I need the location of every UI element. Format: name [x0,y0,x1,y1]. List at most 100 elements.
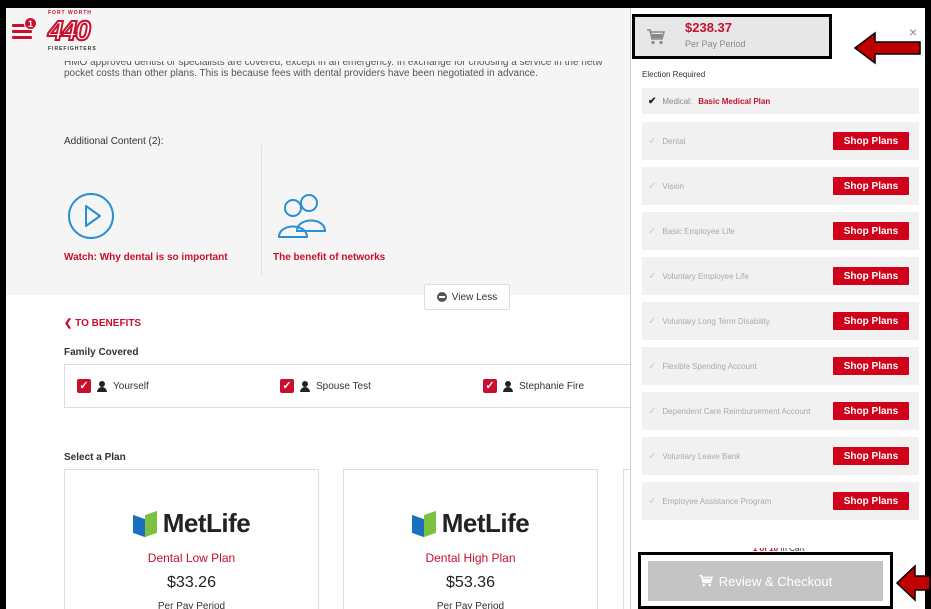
logo-number: 440 [47,14,92,47]
cart-item-medical: ✔ Medical: Basic Medical Plan [642,88,919,114]
chevron-left-icon: ❮ [64,318,76,329]
plan-card-dental-low[interactable]: MetLife Dental Low Plan $33.26 Per Pay P… [64,469,319,609]
benefit-name: Vision [662,181,685,191]
election-required-label: Election Required [642,70,706,79]
checkmark-icon: ✓ [648,495,657,507]
additional-content-title: Additional Content (2): [64,136,164,147]
checkmark-icon: ✓ [648,180,657,192]
cart-item-dental: ✓ Dental Shop Plans [642,122,919,160]
shop-plans-button[interactable]: Shop Plans [833,312,909,330]
person-icon [300,380,310,392]
person-icon [503,380,513,392]
member-name: Stephanie Fire [519,380,585,392]
shop-plans-button[interactable]: Shop Plans [833,267,909,285]
carrier-name: MetLife [162,508,251,538]
cart-item-voluntary-ltd: ✓ Voluntary Long Term Disability Shop Pl… [642,302,919,340]
logo-bottom-text: FIREFIGHTERS [48,46,97,52]
plan-description-line-2: pocket costs than other plans. This is b… [64,68,539,79]
checkmark-icon: ✓ [648,225,657,237]
plan-name: Dental Low Plan [147,551,236,565]
checkbox-checked-icon[interactable]: ✓ [280,379,294,393]
cart-item-basic-employee-life: ✓ Basic Employee Life Shop Plans [642,212,919,250]
checkmark-icon: ✓ [648,405,657,417]
screenshot-frame-right [925,0,931,609]
cart-item-fsa: ✓ Flexible Spending Account Shop Plans [642,347,919,385]
cart-item-voluntary-leave-bank: ✓ Voluntary Leave Bank Shop Plans [642,437,919,475]
checkbox-checked-icon[interactable]: ✓ [77,379,91,393]
checkmark-icon: ✔ [648,95,657,107]
checkmark-icon: ✓ [648,360,657,372]
metlife-mark-icon [411,510,436,537]
checkmark-icon: ✓ [648,135,657,147]
benefit-name: Employee Assistance Program [662,496,772,506]
screenshot-frame-top [0,0,931,8]
people-network-icon[interactable] [276,191,328,243]
shopping-cart-icon [699,575,713,587]
plan-period: Per Pay Period [436,601,505,609]
cart-total-header[interactable]: $238.37 Per Pay Period [632,14,832,59]
plan-price: $53.36 [446,574,495,591]
cart-item-vision: ✓ Vision Shop Plans [642,167,919,205]
notification-badge: 1 [24,17,37,30]
benefits-main-page: 1 FORT WORTH 440 FIREFIGHTERS HMO approv… [6,8,630,609]
family-covered-title: Family Covered [64,347,139,358]
medical-label: Medical: [662,96,693,106]
checkout-highlight-frame: Review & Checkout [638,552,893,609]
annotation-arrow-left-icon [895,564,931,602]
checkmark-icon: ✓ [648,450,657,462]
member-stephanie[interactable]: ✓ Stephanie Fire [483,379,584,393]
shop-plans-button[interactable]: Shop Plans [833,402,909,420]
shop-plans-button[interactable]: Shop Plans [833,492,909,510]
fort-worth-440-logo[interactable]: FORT WORTH 440 FIREFIGHTERS [47,10,108,54]
benefit-name: Voluntary Long Term Disability [662,316,770,326]
benefit-name: Dental [662,136,686,146]
plan-name: Dental High Plan [425,551,516,565]
plan-card-dental-high[interactable]: MetLife Dental High Plan $53.36 Per Pay … [343,469,598,609]
cart-item-dependent-care: ✓ Dependent Care Reimbursement Account S… [642,392,919,430]
view-less-button[interactable]: View Less [424,284,510,310]
shop-plans-button[interactable]: Shop Plans [833,177,909,195]
cart-item-eap: ✓ Employee Assistance Program Shop Plans [642,482,919,520]
metlife-mark-icon [132,510,157,537]
to-benefits-label: TO BENEFITS [75,318,142,329]
member-spouse[interactable]: ✓ Spouse Test [280,379,371,393]
shop-plans-button[interactable]: Shop Plans [833,132,909,150]
plan-price: $33.26 [167,574,216,591]
member-yourself[interactable]: ✓ Yourself [77,379,149,393]
checkmark-icon: ✓ [648,270,657,282]
view-less-label: View Less [451,291,498,303]
shop-plans-button[interactable]: Shop Plans [833,447,909,465]
benefit-name: Dependent Care Reimbursement Account [662,406,811,416]
member-name: Yourself [113,380,149,392]
to-benefits-link[interactable]: ❮ TO BENEFITS [64,318,141,329]
checkmark-icon: ✓ [648,315,657,327]
play-circle-icon[interactable] [66,191,116,241]
benefit-name: Basic Employee Life [662,226,735,236]
minus-circle-icon [436,292,447,302]
watch-dental-video-link[interactable]: Watch: Why dental is so important [64,252,228,263]
metlife-logo: MetLife [344,508,597,539]
review-checkout-button[interactable]: Review & Checkout [648,561,883,601]
checkbox-checked-icon[interactable]: ✓ [483,379,497,393]
cart-total-period: Per Pay Period [685,39,746,49]
medical-plan-name: Basic Medical Plan [698,96,771,106]
benefit-name: Voluntary Leave Bank [662,451,741,461]
benefit-of-networks-link[interactable]: The benefit of networks [273,252,385,263]
cart-sidebar: $238.37 Per Pay Period × Election Requir… [630,8,931,609]
plan-card-partial[interactable] [623,469,630,609]
shop-plans-button[interactable]: Shop Plans [833,357,909,375]
benefit-name: Voluntary Employee Life [662,271,749,281]
review-checkout-label: Review & Checkout [718,573,833,589]
plan-period: Per Pay Period [157,601,226,609]
cart-item-voluntary-employee-life: ✓ Voluntary Employee Life Shop Plans [642,257,919,295]
shop-plans-button[interactable]: Shop Plans [833,222,909,240]
annotation-arrow-left-icon [853,31,921,65]
cart-total-amount: $238.37 [685,20,732,35]
carrier-name: MetLife [441,508,530,538]
select-plan-title: Select a Plan [64,452,126,463]
content-divider [261,145,262,275]
family-covered-box: ✓ Yourself ✓ Spouse Test ✓ Stephanie Fir… [64,364,630,408]
person-icon [97,380,107,392]
metlife-logo: MetLife [65,508,318,539]
benefit-name: Flexible Spending Account [662,361,757,371]
